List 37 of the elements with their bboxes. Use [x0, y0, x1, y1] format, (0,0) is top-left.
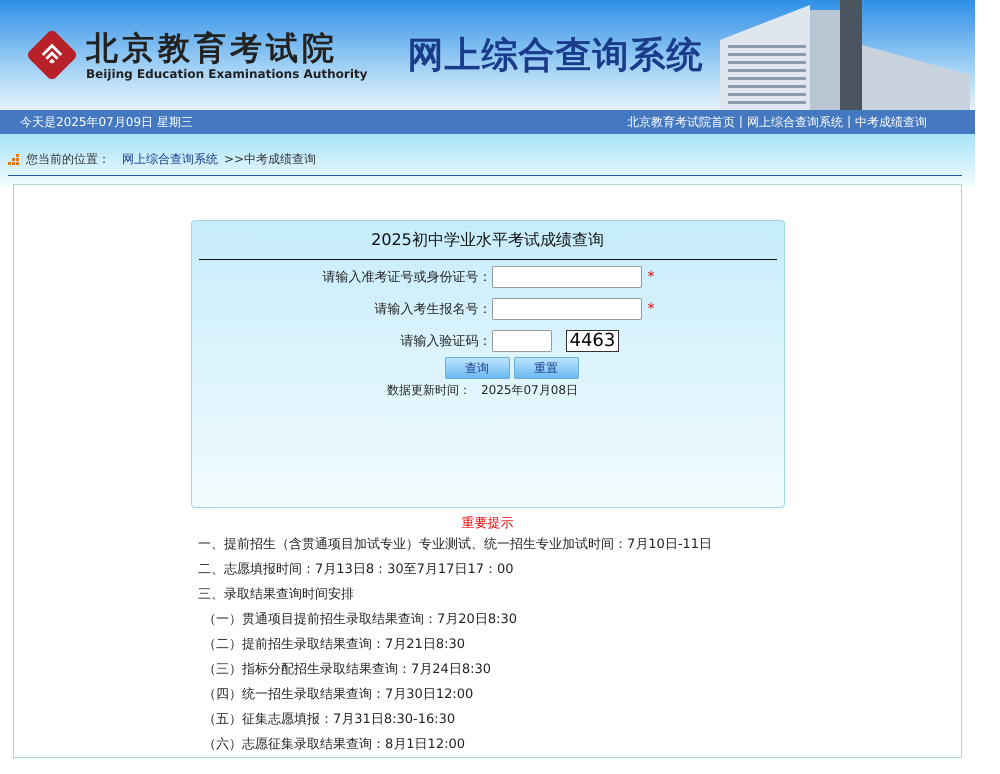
captcha-input[interactable] [492, 330, 552, 352]
org-name: 北京教育考试院 [86, 29, 339, 67]
notice-title: 重要提示 [462, 515, 514, 532]
breadcrumb-current: >>中考成绩查询 [224, 151, 316, 168]
field-label: 请输入准考证号或身份证号： [322, 268, 492, 286]
nav-link[interactable]: 中考成绩查询 [855, 114, 927, 130]
nav-link[interactable]: 北京教育考试院首页 [626, 114, 735, 130]
captcha-image: 4463 [566, 330, 620, 352]
update-label: 数据更新时间： [386, 382, 471, 399]
org-name-english: Beijing Education Examinations Authority [86, 67, 368, 81]
link-separator: | [738, 114, 743, 130]
link-separator: | [846, 114, 851, 130]
grid-icon [8, 154, 20, 166]
notice-item: （四）统一招生录取结果查询：7月30日12:00 [202, 686, 474, 704]
required-mark: * [648, 300, 654, 316]
notice-item: （三）指标分配招生录取结果查询：7月24日8:30 [202, 661, 492, 679]
system-title: 网上综合查询系统 [407, 34, 704, 78]
nav-link[interactable]: 网上综合查询系统 [746, 114, 843, 130]
input-field[interactable] [492, 266, 642, 288]
form-button[interactable]: 查询 [444, 357, 510, 379]
notice-item: 二、志愿填报时间：7月13日8：30至7月17日17：00 [198, 561, 515, 579]
notice-item: （二）提前招生录取结果查询：7月21日8:30 [202, 636, 466, 654]
notice-item: （五）征集志愿填报：7月31日8:30-16:30 [202, 711, 456, 729]
field-label: 请输入考生报名号： [374, 300, 492, 318]
form-title: 2025初中学业水平考试成绩查询 [198, 221, 776, 260]
update-date: 2025年07月08日 [480, 382, 578, 399]
field-label: 请输入验证码： [400, 332, 492, 350]
breadcrumb-link[interactable]: 网上综合查询系统 [122, 151, 218, 168]
notice-item: 三、录取结果查询时间安排 [198, 586, 355, 604]
form-button[interactable]: 重置 [514, 357, 578, 379]
date-text: 今天是2025年07月09日 星期三 [20, 114, 193, 130]
required-mark: * [648, 268, 654, 284]
notice-item: （六）志愿征集录取结果查询：8月1日12:00 [202, 736, 466, 754]
input-field[interactable] [492, 298, 642, 320]
notice-item: 一、提前招生（含贯通项目加试专业）专业测试、统一招生专业加试时间：7月10日-11日 [198, 536, 712, 554]
notice-item: （一）贯通项目提前招生录取结果查询：7月20日8:30 [202, 611, 518, 629]
breadcrumb-label: 您当前的位置： [26, 151, 110, 168]
